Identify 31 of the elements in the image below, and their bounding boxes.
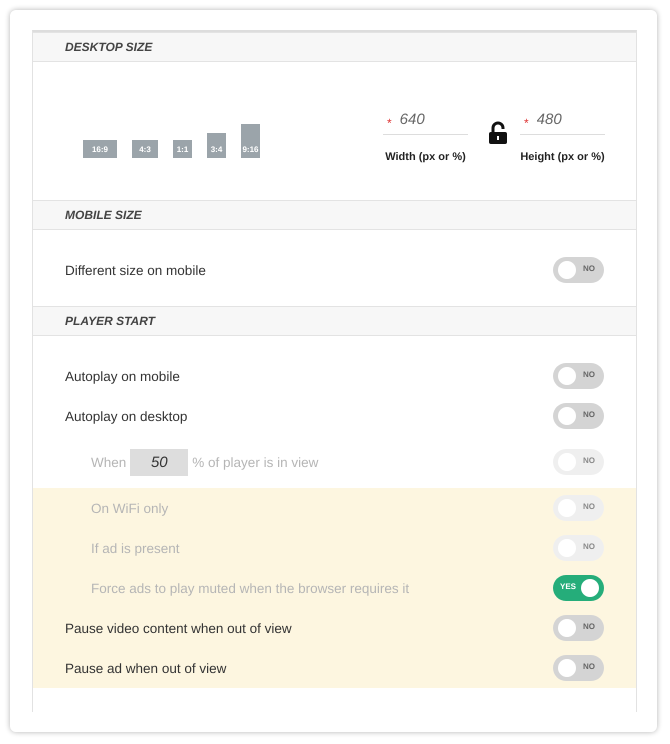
dimension-input[interactable]: 480: [536, 105, 587, 134]
setting-label: Pause ad when out of view: [65, 660, 226, 676]
aspect-ratio-button[interactable]: 4:3: [132, 140, 158, 158]
toggle-switch[interactable]: YES: [553, 575, 604, 601]
toggle-switch[interactable]: NO: [553, 403, 604, 429]
section-title: DESKTOP SIZE: [65, 40, 152, 54]
setting-label: Autoplay on mobile: [65, 368, 180, 384]
toggle-switch[interactable]: NO: [553, 257, 604, 283]
section-title: PLAYER START: [65, 314, 156, 328]
toggle-switch[interactable]: NO: [553, 615, 604, 641]
aspect-ratio-button[interactable]: 9:16: [241, 124, 260, 158]
aspect-ratio-button[interactable]: 1:1: [173, 140, 192, 158]
setting-label: Force ads to play muted when the browser requires it: [91, 580, 410, 596]
setting-label: Pause video content when out of view: [65, 620, 292, 636]
field-label: Height (px or %): [520, 151, 605, 163]
field-label: Width (px or %): [385, 151, 466, 163]
setting-label: When: [91, 454, 126, 470]
aspect-ratio-button[interactable]: 16:9: [83, 140, 117, 158]
unlocked-padlock-icon[interactable]: [488, 121, 508, 145]
setting-label: Different size on mobile: [65, 262, 206, 278]
setting-label: % of player is in view: [192, 454, 318, 470]
setting-label: If ad is present: [91, 540, 180, 556]
required-mark: *: [387, 116, 392, 130]
aspect-ratio-button[interactable]: 3:4: [207, 133, 226, 158]
setting-label: On WiFi only: [91, 500, 168, 516]
required-mark: *: [524, 116, 529, 130]
toggle-switch[interactable]: NO: [553, 363, 604, 389]
setting-label: Autoplay on desktop: [65, 408, 188, 424]
toggle-switch[interactable]: NO: [553, 655, 604, 681]
section-title: MOBILE SIZE: [65, 208, 142, 222]
dimension-input[interactable]: 640: [400, 105, 450, 134]
